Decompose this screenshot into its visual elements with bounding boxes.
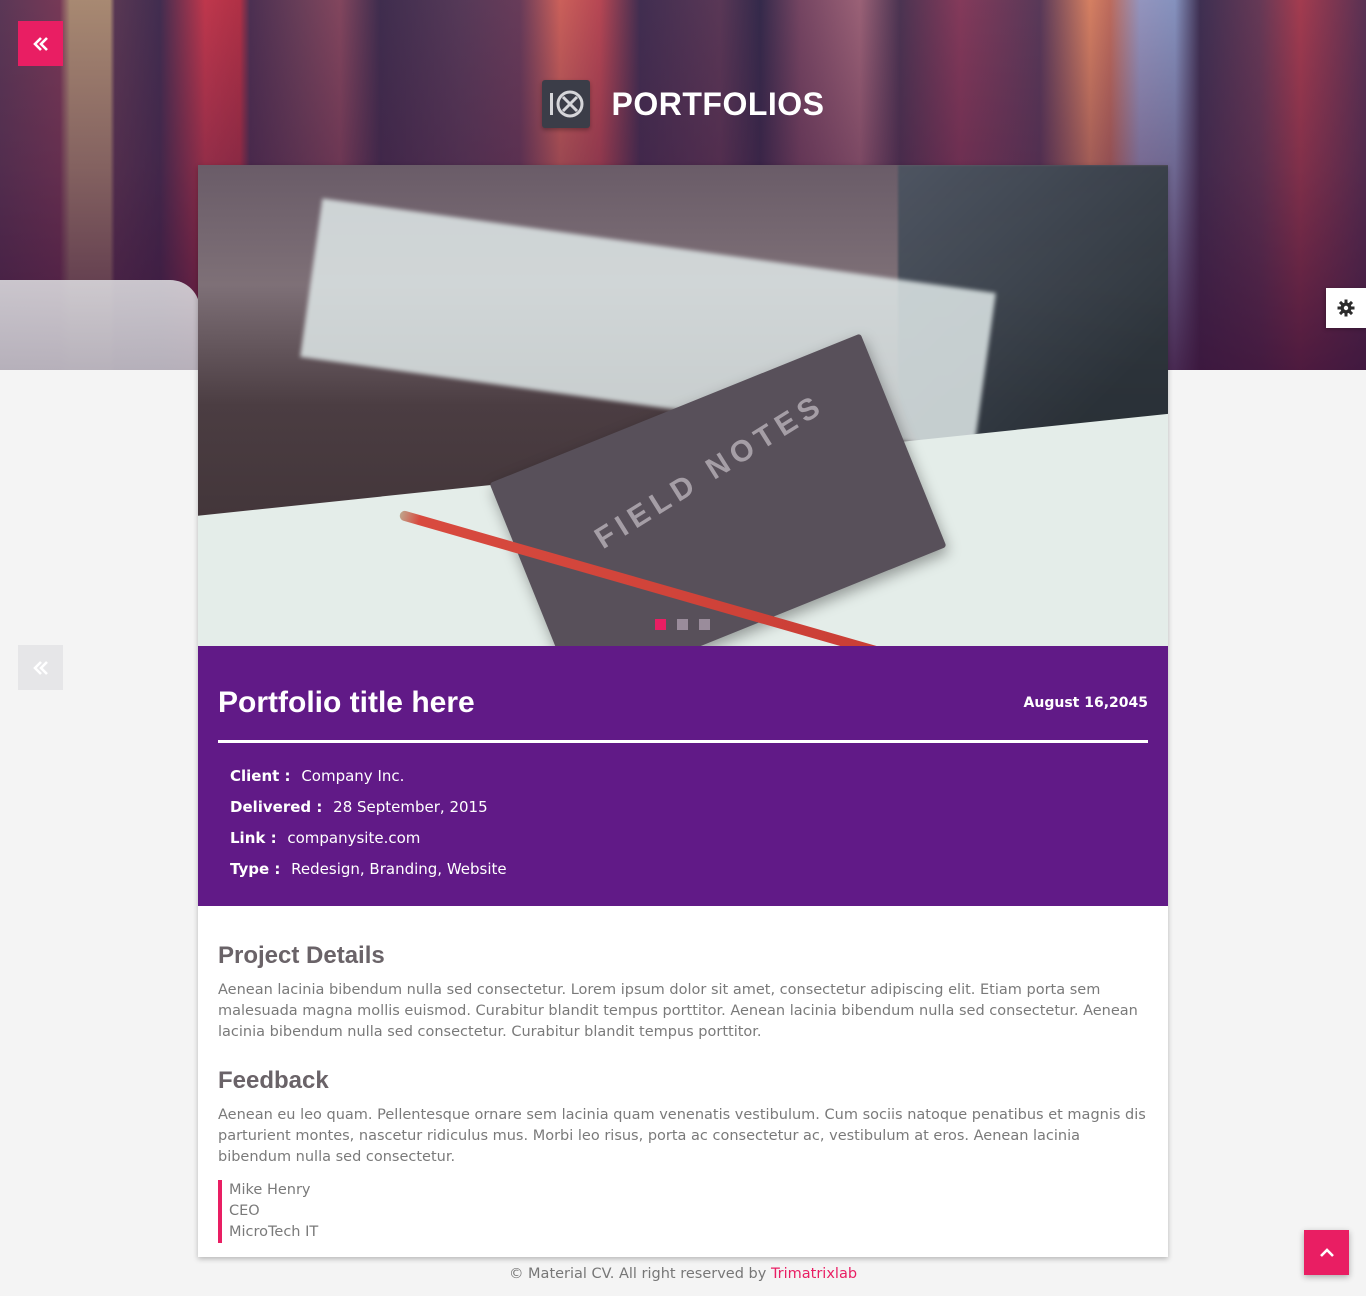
meta-label: Type : xyxy=(230,860,281,878)
settings-button[interactable] xyxy=(1326,288,1366,328)
feedback-text: Aenean eu leo quam. Pellentesque ornare … xyxy=(218,1107,1146,1165)
footer-text: © Material CV. All right reserved by xyxy=(508,1266,771,1282)
footer: © Material CV. All right reserved by Tri… xyxy=(0,1266,1366,1282)
portfolio-meta: Client : Company Inc. Delivered : 28 Sep… xyxy=(218,743,1148,889)
project-details-heading: Project Details xyxy=(218,942,385,969)
project-details-text: Aenean lacinia bibendum nulla sed consec… xyxy=(218,982,1138,1040)
meta-client: Client : Company Inc. xyxy=(230,765,1136,796)
feedback-quote: Mike Henry CEO MicroTech IT xyxy=(218,1180,1148,1243)
meta-delivered: Delivered : 28 September, 2015 xyxy=(230,796,1136,827)
meta-label: Client : xyxy=(230,767,291,785)
portfolio-card: FIELD NOTES Portfolio title here August … xyxy=(198,165,1168,1257)
page-title: PORTFOLIOS xyxy=(611,85,825,122)
meta-value: Company Inc. xyxy=(301,767,405,785)
scroll-top-button[interactable] xyxy=(1304,1230,1349,1275)
meta-type: Type : Redesign, Branding, Website xyxy=(230,858,1136,889)
back-button-secondary[interactable] xyxy=(18,645,63,690)
meta-label: Delivered : xyxy=(230,798,323,816)
slider-dot-3[interactable] xyxy=(699,619,710,630)
logo-circle-x-icon[interactable] xyxy=(541,80,590,128)
gear-icon xyxy=(1337,299,1355,317)
details-section: Project Details Aenean lacinia bibendum … xyxy=(198,906,1168,1243)
footer-brand-link[interactable]: Trimatrixlab xyxy=(771,1266,857,1282)
meta-value: 28 September, 2015 xyxy=(333,798,488,816)
portfolio-date: August 16,2045 xyxy=(1023,695,1148,711)
portfolio-title: Portfolio title here xyxy=(218,686,475,719)
meta-link-value[interactable]: companysite.com xyxy=(287,829,420,847)
meta-value: Redesign, Branding, Website xyxy=(291,860,507,878)
quote-name: Mike Henry xyxy=(229,1182,311,1198)
portfolio-info: Portfolio title here August 16,2045 Clie… xyxy=(198,646,1168,906)
page-header: PORTFOLIOS xyxy=(0,76,1366,132)
meta-label: Link : xyxy=(230,829,277,847)
quote-role: CEO xyxy=(229,1203,260,1219)
slider-dot-2[interactable] xyxy=(677,619,688,630)
double-chevron-left-icon xyxy=(32,36,48,51)
double-chevron-left-icon xyxy=(32,660,48,675)
slider-dots xyxy=(655,619,710,630)
slider-dot-1[interactable] xyxy=(655,619,666,630)
quote-company: MicroTech IT xyxy=(229,1224,319,1240)
hero-open-book xyxy=(0,280,200,370)
chevron-up-icon xyxy=(1319,1247,1334,1257)
back-button[interactable] xyxy=(18,21,63,66)
feedback-heading: Feedback xyxy=(218,1067,329,1094)
image-slider[interactable]: FIELD NOTES xyxy=(198,165,1168,646)
meta-link: Link : companysite.com xyxy=(230,827,1136,858)
